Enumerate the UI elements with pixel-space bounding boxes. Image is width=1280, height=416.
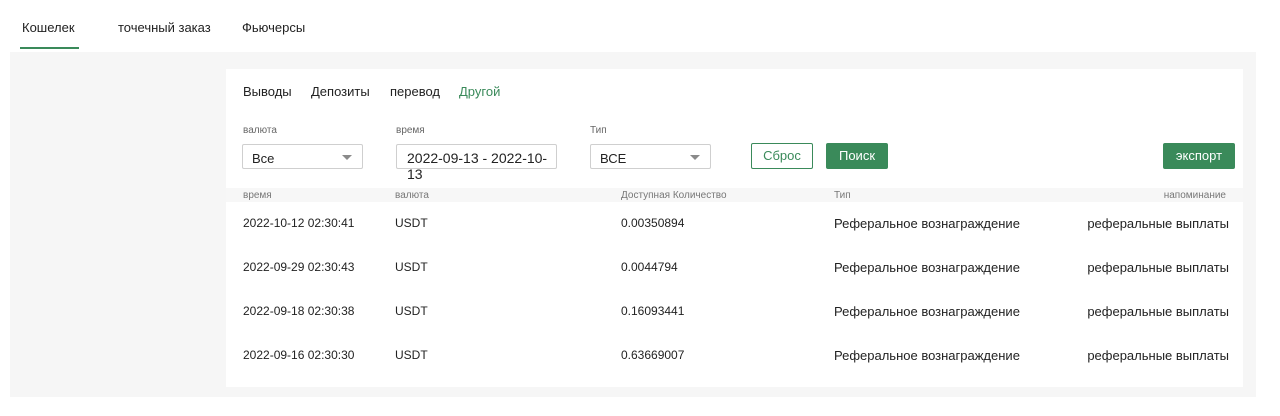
currency-select-value: Все [252, 151, 275, 166]
cell-currency: USDT [395, 304, 428, 318]
cell-remark: реферальные выплаты [1087, 260, 1229, 275]
column-header-remark: напоминание [1163, 190, 1226, 201]
date-range-value: 2022-09-13 - 2022-10-13 [407, 150, 548, 182]
subtab-transfer[interactable]: перевод [390, 84, 440, 99]
date-range-input[interactable]: 2022-09-13 - 2022-10-13 [396, 144, 557, 182]
currency-filter-label: валюта [243, 125, 277, 136]
tab-wallet[interactable]: Кошелек [20, 20, 79, 49]
table-row: 2022-09-16 02:30:30 USDT 0.63669007 Рефе… [226, 335, 1243, 379]
cell-currency: USDT [395, 260, 428, 274]
table-row: 2022-10-12 02:30:41 USDT 0.00350894 Рефе… [226, 203, 1243, 247]
table-header: время валюта Доступная Количество Тип на… [226, 188, 1243, 202]
cell-type: Реферальное вознаграждение [834, 304, 1020, 319]
cell-time: 2022-09-29 02:30:43 [243, 260, 355, 274]
subtab-other[interactable]: Другой [459, 84, 500, 99]
cell-amount: 0.0044794 [621, 260, 678, 274]
cell-currency: USDT [395, 348, 428, 362]
cell-type: Реферальное вознаграждение [834, 216, 1020, 231]
cell-currency: USDT [395, 216, 428, 230]
column-header-currency: валюта [395, 190, 429, 201]
cell-time: 2022-09-18 02:30:38 [243, 304, 355, 318]
cell-remark: реферальные выплаты [1087, 216, 1229, 231]
chevron-down-icon [690, 155, 700, 160]
type-select[interactable]: ВСЕ [590, 144, 711, 169]
search-button[interactable]: Поиск [826, 143, 888, 169]
cell-time: 2022-10-12 02:30:41 [243, 216, 355, 230]
subtab-deposits[interactable]: Депозиты [311, 84, 370, 99]
cell-remark: реферальные выплаты [1087, 304, 1229, 319]
column-header-time: время [243, 190, 272, 201]
type-filter-label: Тип [590, 125, 607, 136]
type-select-value: ВСЕ [600, 151, 627, 166]
column-header-amount: Доступная Количество [621, 190, 727, 201]
history-panel: Выводы Депозиты перевод Другой валюта вр… [226, 69, 1243, 387]
table-row: 2022-09-18 02:30:38 USDT 0.16093441 Рефе… [226, 291, 1243, 335]
cell-amount: 0.63669007 [621, 348, 685, 362]
reset-button[interactable]: Сброс [751, 143, 813, 169]
cell-type: Реферальное вознаграждение [834, 348, 1020, 363]
cell-time: 2022-09-16 02:30:30 [243, 348, 355, 362]
top-navigation: Кошелек точечный заказ Фьючерсы [0, 0, 1280, 52]
tab-futures[interactable]: Фьючерсы [242, 20, 305, 35]
cell-remark: реферальные выплаты [1087, 348, 1229, 363]
cell-type: Реферальное вознаграждение [834, 260, 1020, 275]
tab-spot-order[interactable]: точечный заказ [118, 20, 211, 35]
chevron-down-icon [342, 155, 352, 160]
subtab-withdrawals[interactable]: Выводы [243, 84, 292, 99]
time-filter-label: время [396, 125, 425, 136]
cell-amount: 0.16093441 [621, 304, 685, 318]
column-header-type: Тип [834, 190, 851, 201]
cell-amount: 0.00350894 [621, 216, 685, 230]
currency-select[interactable]: Все [242, 144, 363, 169]
export-button[interactable]: экспорт [1163, 143, 1235, 169]
table-row: 2022-09-29 02:30:43 USDT 0.0044794 Рефер… [226, 247, 1243, 291]
